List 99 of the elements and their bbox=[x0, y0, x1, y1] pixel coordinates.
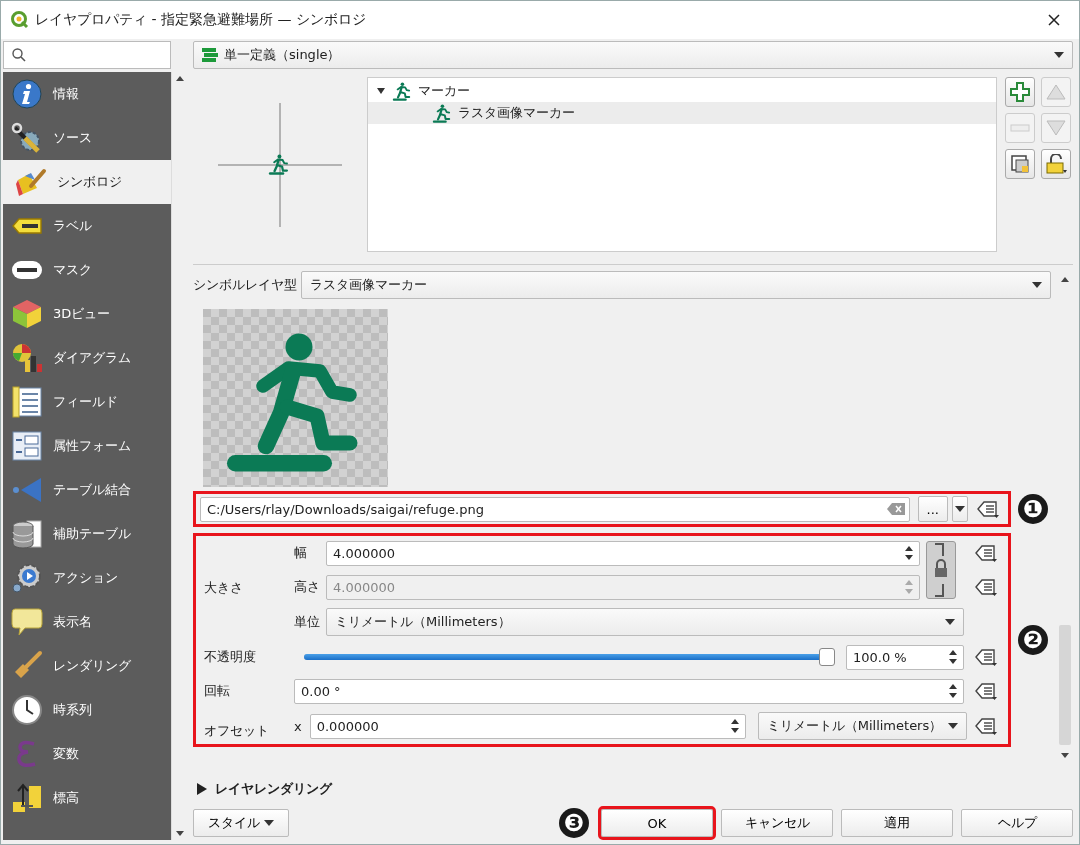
sidebar-item[interactable]: アクション bbox=[3, 556, 171, 600]
field-label: シンボルレイヤ型 bbox=[193, 276, 297, 294]
field-label: オフセット bbox=[204, 722, 270, 740]
padlock-icon bbox=[1045, 154, 1067, 174]
caret-icon bbox=[948, 723, 959, 729]
sidebar-item[interactable]: 属性フォーム bbox=[3, 424, 171, 468]
gear-play-icon bbox=[11, 562, 43, 594]
search-field[interactable] bbox=[3, 41, 171, 69]
info-icon bbox=[11, 78, 43, 110]
clock-icon bbox=[11, 694, 43, 726]
field-label: 回転 bbox=[204, 682, 231, 700]
elevation-icon bbox=[11, 782, 43, 814]
lock-ratio-button[interactable] bbox=[926, 541, 956, 599]
paintbrush-icon bbox=[15, 166, 47, 198]
field-label: 大きさ bbox=[204, 579, 244, 597]
sidebar-item[interactable]: ソース bbox=[3, 116, 171, 160]
caret-icon bbox=[955, 506, 965, 512]
width-spinbox[interactable]: 4.000000 bbox=[326, 540, 920, 566]
sidebar-item[interactable]: 標高 bbox=[3, 776, 171, 820]
field-label: 不透明度 bbox=[204, 648, 257, 666]
unit-dropdown[interactable]: ミリメートル（Millimeters） bbox=[326, 608, 964, 636]
form-icon bbox=[11, 430, 43, 462]
database-icon bbox=[11, 518, 43, 550]
scroll-down-icon bbox=[175, 831, 184, 836]
pie-chart-icon bbox=[11, 342, 43, 374]
cube-icon bbox=[11, 298, 43, 330]
sidebar-item[interactable]: 時系列 bbox=[3, 688, 171, 732]
running-person-icon bbox=[392, 81, 412, 101]
triangle-down-icon bbox=[1046, 120, 1066, 136]
menu-dropdown-button[interactable] bbox=[952, 496, 968, 522]
speech-bubble-icon bbox=[11, 606, 43, 638]
caret-icon bbox=[1054, 52, 1064, 58]
lock-color-button[interactable] bbox=[1041, 149, 1071, 179]
sidebar-item[interactable]: テーブル結合 bbox=[3, 468, 171, 512]
list-arrow-icon bbox=[974, 716, 998, 736]
scroll-down-icon bbox=[1061, 753, 1069, 758]
sidebar-item[interactable]: フィールド bbox=[3, 380, 171, 424]
sidebar-item[interactable]: 補助テーブル bbox=[3, 512, 171, 556]
collapsible-section-header[interactable]: レイヤレンダリング bbox=[193, 774, 1073, 804]
unit-dropdown[interactable]: ミリメートル（Millimeters） bbox=[757, 712, 968, 740]
triangle-up-icon bbox=[1046, 84, 1066, 100]
collapse-caret-icon bbox=[197, 783, 207, 795]
sidebar-item[interactable]: ダイアグラム bbox=[3, 336, 171, 380]
dialog-button[interactable]: ヘルプ bbox=[961, 809, 1073, 837]
single-symbol-icon bbox=[202, 47, 218, 63]
caret-icon bbox=[1032, 282, 1042, 288]
sidebar-item[interactable]: 表示名 bbox=[3, 600, 171, 644]
minus-icon bbox=[1010, 124, 1030, 132]
running-person-icon bbox=[432, 103, 452, 123]
dialog-button[interactable]: キャンセル bbox=[721, 809, 833, 837]
offset-x-spinbox[interactable]: 0.000000 bbox=[309, 713, 746, 739]
sidebar-item[interactable]: 変数 bbox=[3, 732, 171, 776]
callout-number: ❷ bbox=[1018, 625, 1048, 655]
scrollbar-thumb[interactable] bbox=[1059, 625, 1071, 745]
rotation-spinbox[interactable]: 0.00 ° bbox=[294, 678, 964, 704]
clear-icon bbox=[886, 503, 905, 515]
sidebar-item[interactable]: ラベル bbox=[3, 204, 171, 248]
callout-number: ❸ bbox=[559, 808, 589, 838]
opacity-spinbox[interactable]: 100.0 % bbox=[846, 644, 964, 670]
callout-number: ❶ bbox=[1018, 494, 1048, 524]
dialog-button[interactable]: 適用 bbox=[841, 809, 953, 837]
duplicate-icon bbox=[1010, 154, 1030, 174]
window-title: レイヤプロパティ - 指定緊急避難場所 — シンボロジ bbox=[35, 11, 367, 29]
field-label: 幅 bbox=[294, 544, 308, 562]
list-arrow-icon bbox=[974, 543, 998, 563]
add-layer-button[interactable] bbox=[1005, 77, 1035, 107]
sidebar-item[interactable]: マスク bbox=[3, 248, 171, 292]
search-icon bbox=[12, 48, 26, 62]
list-arrow-icon bbox=[974, 647, 998, 667]
tree-item[interactable]: マーカー bbox=[368, 80, 996, 102]
sidebar-item[interactable]: シンボロジ bbox=[3, 160, 171, 204]
field-label: x bbox=[294, 718, 302, 734]
browse-button[interactable]: ... bbox=[917, 496, 948, 522]
scroll-up-icon bbox=[1061, 277, 1069, 282]
list-arrow-icon bbox=[974, 681, 998, 701]
file-path-field[interactable]: C:/Users/rlay/Downloads/saigai/refuge.png bbox=[200, 496, 910, 522]
renderer-dropdown[interactable]: 単一定義（single） bbox=[193, 41, 1073, 69]
style-menu-button[interactable]: スタイル bbox=[193, 809, 289, 837]
close-icon bbox=[1048, 14, 1060, 26]
caret-icon bbox=[264, 820, 274, 826]
field-list-icon bbox=[11, 386, 43, 418]
scroll-up-icon bbox=[175, 76, 184, 81]
slider-handle[interactable] bbox=[819, 648, 835, 666]
app-logo-icon bbox=[11, 11, 29, 29]
list-arrow-icon bbox=[974, 577, 998, 597]
field-label: 単位 bbox=[294, 613, 318, 631]
sidebar-item[interactable]: 3Dビュー bbox=[3, 292, 171, 336]
tree-item[interactable]: ラスタ画像マーカー bbox=[368, 102, 996, 124]
sidebar-item[interactable]: 情報 bbox=[3, 72, 171, 116]
duplicate-layer-button[interactable] bbox=[1005, 149, 1035, 179]
expand-caret-icon bbox=[376, 86, 386, 96]
wrench-gear-icon bbox=[11, 122, 43, 154]
caret-icon bbox=[945, 619, 955, 625]
field-label: 高さ bbox=[294, 578, 318, 596]
sidebar-item[interactable]: レンダリング bbox=[3, 644, 171, 688]
plus-icon bbox=[1010, 82, 1030, 102]
list-arrow-icon bbox=[976, 499, 1000, 519]
symbol-layer-type-dropdown[interactable]: ラスタ画像マーカー bbox=[301, 271, 1051, 299]
dialog-button[interactable]: OK bbox=[601, 809, 713, 837]
